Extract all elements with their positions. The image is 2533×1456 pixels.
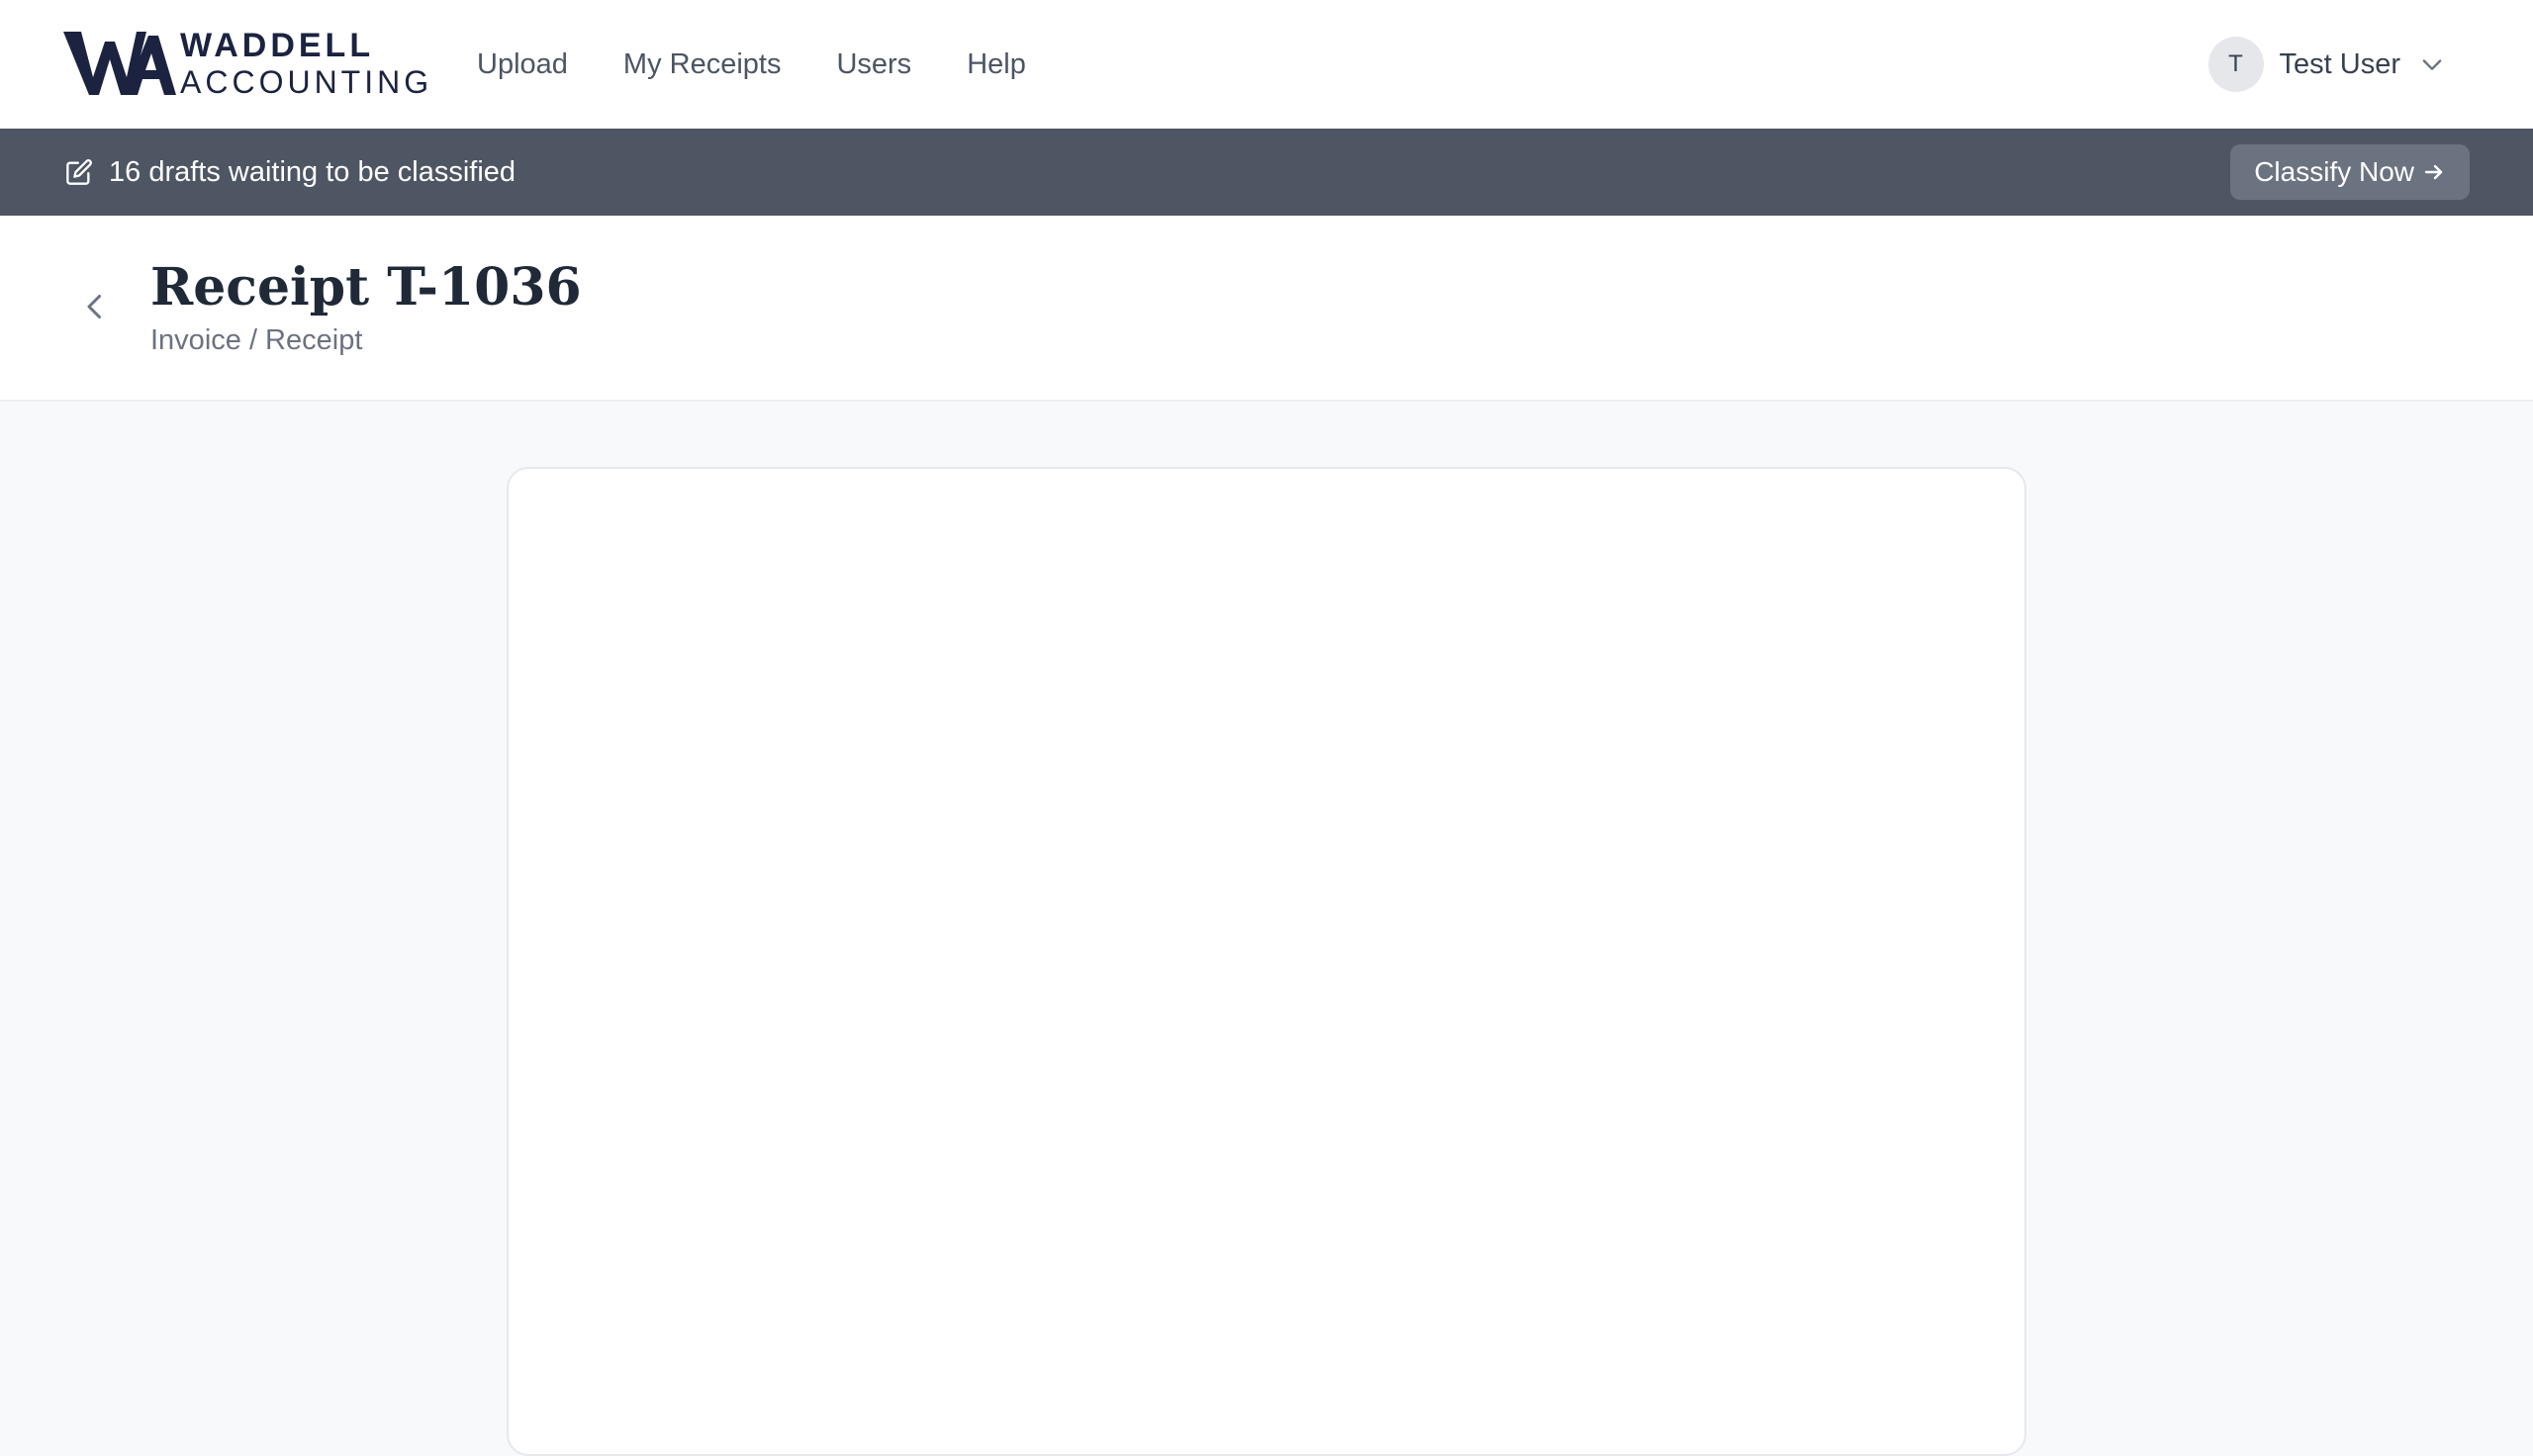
nav-users[interactable]: Users [836, 48, 911, 81]
brand-line-1: WADDELL [180, 27, 375, 64]
drafts-message: 16 drafts waiting to be classified [65, 129, 516, 216]
top-navigation-bar: WADDELL ACCOUNTING Upload My Receipts Us… [0, 0, 2533, 129]
chevron-down-icon [2422, 59, 2442, 70]
nav-upload[interactable]: Upload [477, 48, 568, 81]
wa-monogram-logo [63, 32, 176, 95]
nav-my-receipts[interactable]: My Receipts [623, 48, 782, 81]
classify-now-button[interactable]: Classify Now [2230, 144, 2470, 200]
drafts-banner: 16 drafts waiting to be classified Class… [0, 129, 2533, 216]
classify-now-label: Classify Now [2254, 156, 2414, 187]
arrow-right-icon [2424, 164, 2443, 180]
user-name: Test User [2279, 47, 2400, 80]
main-nav: Upload My Receipts Users Help [477, 0, 1081, 129]
avatar: T [2207, 37, 2264, 92]
brand-wordmark: WADDELL ACCOUNTING [180, 29, 432, 98]
page-title: Receipt T-1036 [150, 257, 582, 318]
receipt-document-card [507, 467, 2026, 1456]
nav-help[interactable]: Help [967, 48, 1026, 81]
chevron-left-icon [87, 295, 101, 318]
page-header: Receipt T-1036 Invoice / Receipt [0, 216, 2533, 402]
edit-icon [66, 159, 92, 185]
back-button[interactable] [75, 287, 115, 326]
brand-line-2: ACCOUNTING [180, 64, 433, 100]
user-menu[interactable]: T Test User [2207, 0, 2446, 129]
page-subtitle: Invoice / Receipt [150, 324, 363, 356]
drafts-message-text: 16 drafts waiting to be classified [109, 155, 516, 188]
brand-logo[interactable]: WADDELL ACCOUNTING [63, 26, 432, 101]
